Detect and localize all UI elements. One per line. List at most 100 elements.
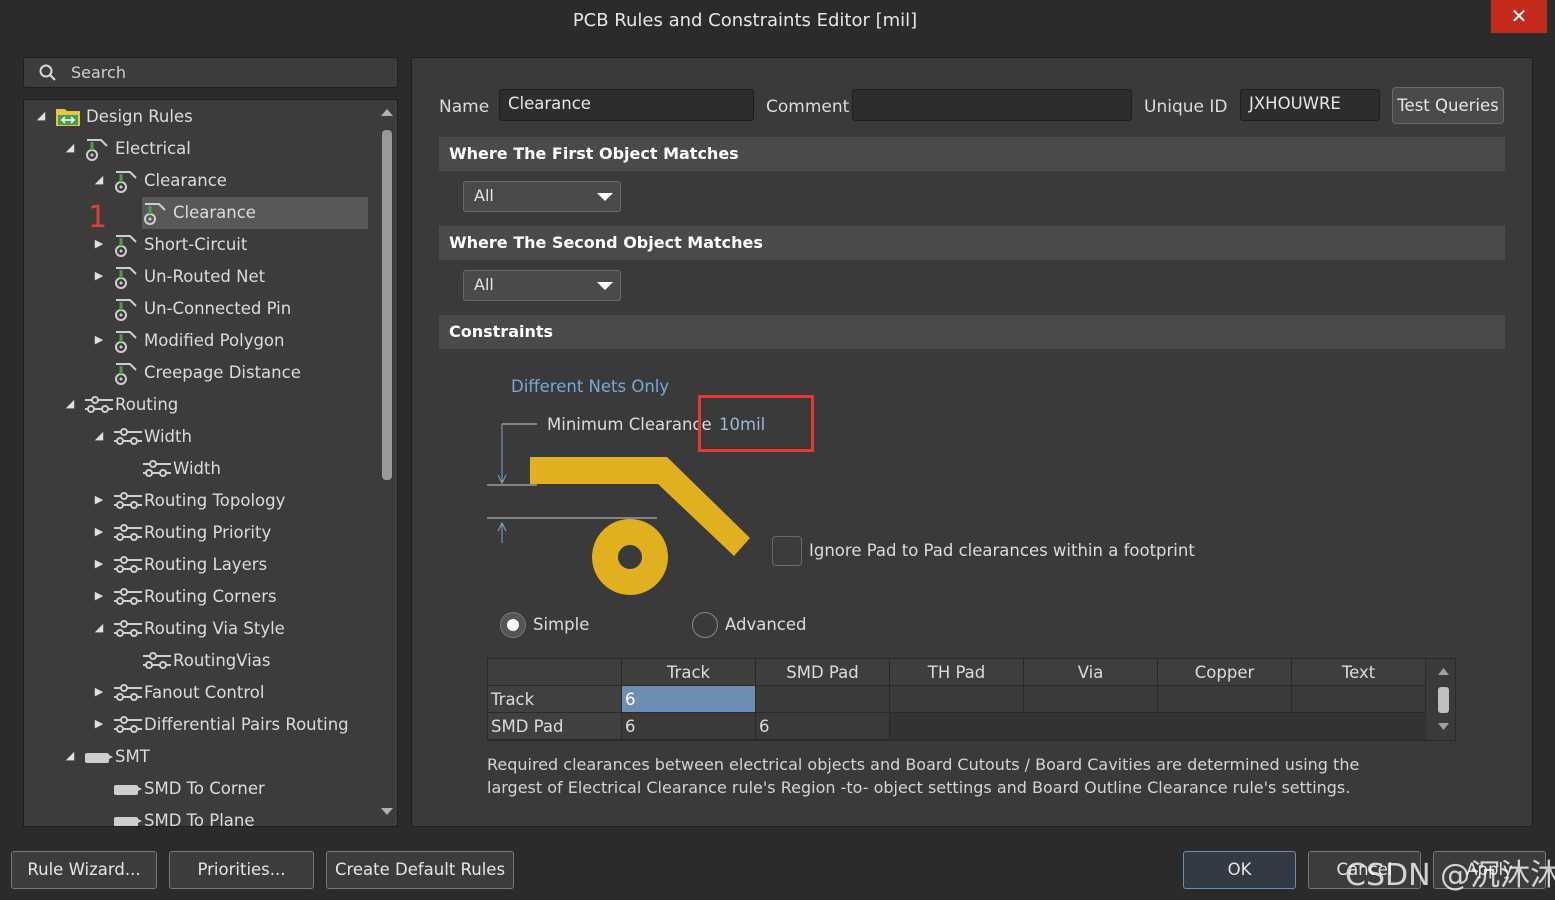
scroll-up-icon[interactable] xyxy=(1437,667,1450,676)
tree-item[interactable]: ▶ Routing Corners xyxy=(95,581,277,611)
collapse-icon[interactable]: ◢ xyxy=(63,141,77,155)
tree-item[interactable]: ▶ Routing Layers xyxy=(95,549,267,579)
tree-item-label: Width xyxy=(144,426,192,446)
ok-button[interactable]: OK xyxy=(1183,851,1296,889)
tree-item[interactable]: ◢ SMT xyxy=(66,741,150,771)
search-placeholder: Search xyxy=(71,63,126,82)
smt-rule-icon xyxy=(112,776,142,800)
tree-item-label: Creepage Distance xyxy=(144,362,301,382)
tree-item-label: Un-Routed Net xyxy=(144,266,266,286)
highlight-box xyxy=(698,395,814,452)
electrical-rule-icon xyxy=(112,328,140,353)
tree-item[interactable]: ▶ Fanout Control xyxy=(95,677,265,707)
expand-icon[interactable]: ▶ xyxy=(92,685,106,699)
comment-field[interactable] xyxy=(852,89,1132,121)
tree-item[interactable]: ▶ Un-Routed Net xyxy=(95,261,266,291)
tree-item[interactable]: ▶ Routing Topology xyxy=(95,485,286,515)
grid-cell-smd-smd[interactable]: 6 xyxy=(756,713,890,740)
tree-item[interactable]: SMD To Corner xyxy=(112,773,265,803)
tree-item[interactable]: ◢ Clearance xyxy=(95,165,227,195)
tree-item[interactable]: Clearance xyxy=(141,197,256,227)
tree-item[interactable]: Un-Connected Pin xyxy=(112,293,291,323)
tree-item[interactable]: ◢ Width xyxy=(95,421,192,451)
grid-scrollbar[interactable] xyxy=(1432,659,1455,740)
tree-item[interactable]: ◢ Electrical xyxy=(66,133,191,163)
advanced-radio[interactable] xyxy=(692,612,718,638)
tree-item[interactable]: ▶ Modified Polygon xyxy=(95,325,285,355)
rule-wizard-button[interactable]: Rule Wizard... xyxy=(11,851,157,889)
grid-cell-empty xyxy=(1292,686,1426,713)
grid-header-corner xyxy=(488,659,622,686)
scroll-down-icon[interactable] xyxy=(380,806,394,816)
grid-header-copper: Copper xyxy=(1158,659,1292,686)
first-object-dropdown[interactable]: All xyxy=(463,181,621,212)
electrical-rule-icon xyxy=(83,136,111,161)
expand-icon[interactable]: ▶ xyxy=(92,717,106,731)
tree-item-label: Routing xyxy=(115,394,179,414)
constraints-heading: Constraints xyxy=(439,315,1505,349)
scroll-down-icon[interactable] xyxy=(1437,722,1450,731)
tree-item-label: Electrical xyxy=(115,138,191,158)
routing-rule-icon xyxy=(83,392,113,416)
tree-item[interactable]: ▶ Routing Priority xyxy=(95,517,271,547)
grid-cell-track-track[interactable]: 6 xyxy=(622,686,756,713)
annotation-number: 1 xyxy=(88,200,108,235)
tree-item-label: Width xyxy=(173,458,221,478)
expand-icon[interactable]: ▶ xyxy=(92,269,106,283)
collapse-icon[interactable]: ◢ xyxy=(92,621,106,635)
simple-radio-label: Simple xyxy=(533,615,590,634)
unique-id-field[interactable]: JXHOUWRE xyxy=(1240,89,1380,121)
name-field[interactable]: Clearance xyxy=(499,89,754,121)
priorities-button[interactable]: Priorities... xyxy=(169,851,314,889)
expand-icon[interactable]: ▶ xyxy=(92,589,106,603)
chevron-down-icon xyxy=(597,282,613,290)
test-queries-button[interactable]: Test Queries xyxy=(1392,87,1504,124)
collapse-icon[interactable]: ◢ xyxy=(63,749,77,763)
different-nets-label: Different Nets Only xyxy=(511,377,670,396)
collapse-icon[interactable]: ◢ xyxy=(63,397,77,411)
tree-item[interactable]: Creepage Distance xyxy=(112,357,301,387)
tree-item[interactable]: ◢ Design Rules xyxy=(37,101,193,131)
tree-item-label: Short-Circuit xyxy=(144,234,248,254)
collapse-icon[interactable]: ◢ xyxy=(92,429,106,443)
routing-rule-icon xyxy=(112,488,142,512)
tree-item[interactable]: ▶ Differential Pairs Routing xyxy=(95,709,349,739)
tree-scrollbar[interactable] xyxy=(376,100,397,826)
tree-item-label: Clearance xyxy=(173,202,256,222)
collapse-icon[interactable]: ◢ xyxy=(92,173,106,187)
rules-tree[interactable]: ◢ Design Rules ◢ Electrical ◢ Clearance Cleara… xyxy=(23,99,398,827)
scroll-up-icon[interactable] xyxy=(380,108,394,118)
expand-icon[interactable]: ▶ xyxy=(92,237,106,251)
expand-icon[interactable]: ▶ xyxy=(92,333,106,347)
smt-rule-icon xyxy=(112,808,142,826)
ignore-pad-checkbox[interactable] xyxy=(772,536,802,566)
tree-item-label: RoutingVias xyxy=(173,650,271,670)
second-object-dropdown[interactable]: All xyxy=(463,270,621,301)
minimum-clearance-label: Minimum Clearance xyxy=(547,415,712,434)
ignore-pad-label: Ignore Pad to Pad clearances within a fo… xyxy=(809,541,1195,560)
tree-item[interactable]: ▶ Short-Circuit xyxy=(95,229,248,259)
tree-item[interactable]: SMD To Plane xyxy=(112,805,255,827)
second-object-heading: Where The Second Object Matches xyxy=(439,226,1505,260)
tree-scroll-thumb[interactable] xyxy=(382,130,392,480)
tree-item-label: SMT xyxy=(115,746,150,766)
routing-rule-icon xyxy=(112,520,142,544)
expand-icon[interactable]: ▶ xyxy=(92,557,106,571)
tree-item[interactable]: ◢ Routing Via Style xyxy=(95,613,285,643)
expand-icon[interactable]: ▶ xyxy=(92,493,106,507)
tree-item-label: SMD To Plane xyxy=(144,810,255,827)
expand-icon[interactable]: ▶ xyxy=(92,525,106,539)
grid-row-label-smd-pad: SMD Pad xyxy=(488,713,622,740)
collapse-icon[interactable]: ◢ xyxy=(34,109,48,123)
tree-item[interactable]: Width xyxy=(141,453,221,483)
tree-item[interactable]: RoutingVias xyxy=(141,645,270,675)
close-button[interactable]: ✕ xyxy=(1491,0,1547,33)
simple-radio[interactable] xyxy=(500,612,526,638)
tree-item-label: Modified Polygon xyxy=(144,330,285,350)
create-default-rules-button[interactable]: Create Default Rules xyxy=(326,851,514,889)
grid-scroll-thumb[interactable] xyxy=(1438,687,1449,713)
clearance-grid[interactable]: Track SMD Pad TH Pad Via Copper Text Tra… xyxy=(487,658,1456,741)
tree-item[interactable]: ◢ Routing xyxy=(66,389,179,419)
search-input[interactable]: Search xyxy=(23,57,398,88)
grid-cell-smd-track[interactable]: 6 xyxy=(622,713,756,740)
